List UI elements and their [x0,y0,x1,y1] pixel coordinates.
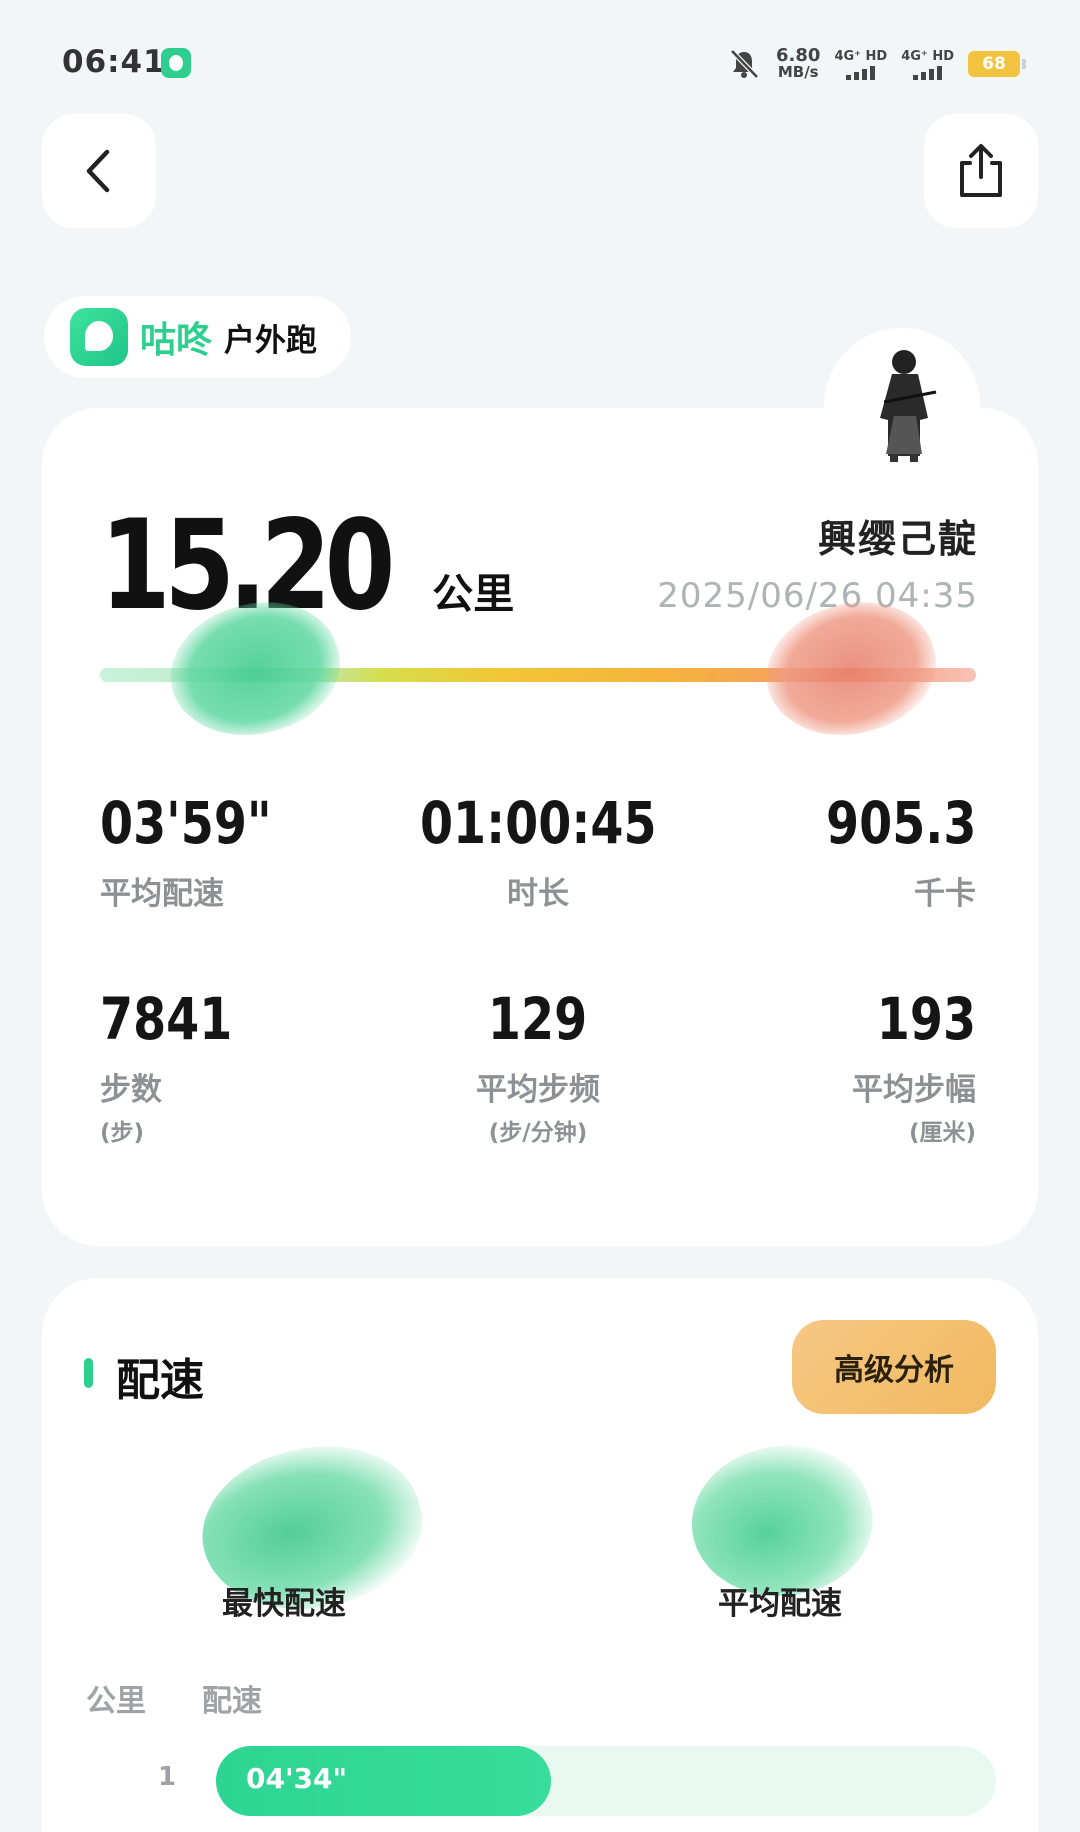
stat-duration: 01:00:45 时长 [392,788,684,984]
stat-cadence: 129 平均步频 (步/分钟) [392,984,684,1180]
sim2-label: 4G⁺ HD [901,48,954,64]
status-bar: 06:41 6.80 MB/s 4G⁺ HD 4G⁺ HD 68 [0,0,1080,120]
stat-label: 时长 [507,876,569,912]
stat-stride: 193 平均步幅 (厘米) [684,984,976,1180]
fastest-pace-label: 最快配速 [222,1586,346,1622]
column-header-pace: 配速 [202,1684,262,1719]
stat-label: 步数 [100,1072,162,1108]
battery-icon: 68 [968,51,1026,77]
section-accent [84,1358,93,1388]
stat-value: 129 [488,985,588,1053]
split-bar-track: 04'34" [216,1746,996,1816]
stat-value: 193 [876,985,976,1053]
pace-card: 配速 高级分析 最快配速 平均配速 公里 配速 1 04'34" [42,1278,1038,1832]
share-icon [960,144,1002,197]
app-logo-icon [70,308,128,366]
back-button[interactable] [42,114,156,228]
average-pace-label: 平均配速 [718,1586,842,1622]
split-km: 1 [158,1762,177,1792]
column-header-km: 公里 [86,1684,146,1719]
share-button[interactable] [924,114,1038,228]
section-title: 配速 [116,1355,204,1406]
stat-calories: 905.3 千卡 [684,788,976,984]
stat-label: 平均步频 [476,1072,600,1108]
stat-label: 千卡 [914,876,976,912]
stat-label: 平均配速 [100,876,224,912]
status-icons: 6.80 MB/s 4G⁺ HD 4G⁺ HD 68 [726,44,1026,84]
stat-unit: (步) [100,1120,145,1146]
split-row: 1 04'34" [86,1746,996,1816]
app-tag: 咕咚 户外跑 [44,296,352,378]
avatar[interactable] [824,328,980,484]
stat-value: 03'59" [100,789,272,857]
stat-value: 7841 [100,985,233,1053]
run-type: 户外跑 [224,322,318,359]
stat-steps: 7841 步数 (步) [100,984,392,1180]
stats-row: 03'59" 平均配速 01:00:45 时长 905.3 千卡 [100,788,976,984]
stat-label: 平均步幅 [852,1072,976,1108]
stat-unit: (步/分钟) [488,1120,588,1146]
summary-card: 15.20 公里 興缨己靛 2025/06/26 04:35 03'59" 平均… [42,408,1038,1246]
network-speed-unit: MB/s [777,63,819,81]
stat-avg-pace: 03'59" 平均配速 [100,788,392,984]
split-pace: 04'34" [246,1762,348,1795]
distance-unit: 公里 [432,570,515,618]
signal-bars-icon [913,64,943,80]
user-nickname: 興缨己靛 [817,517,978,561]
app-name: 咕咚 [140,320,213,361]
sim1-label: 4G⁺ HD [834,48,888,64]
network-speed-value: 6.80 [776,45,821,66]
bell-muted-icon [726,46,762,82]
run-datetime: 2025/06/26 04:35 [657,576,978,616]
signal-bars-icon [846,64,876,80]
chevron-left-icon [86,149,110,193]
sim1-signal: 4G⁺ HD [834,49,887,80]
stat-value: 905.3 [825,789,976,857]
stat-value: 01:00:45 [419,789,657,857]
network-speed: 6.80 MB/s [776,45,821,81]
stats-row: 7841 步数 (步) 129 平均步频 (步/分钟) 193 平均步幅 (厘米… [100,984,976,1180]
stats-grid: 03'59" 平均配速 01:00:45 时长 905.3 千卡 7841 步数… [100,788,976,1180]
stat-unit: (厘米) [908,1120,976,1146]
app-notification-icon [161,48,191,78]
status-time: 06:41 [62,44,166,80]
sim2-signal: 4G⁺ HD [901,49,954,80]
avatar-image [824,328,980,484]
run-summary-page: 06:41 6.80 MB/s 4G⁺ HD 4G⁺ HD 68 咕咚 户外跑 … [0,0,1080,1832]
advanced-analysis-button[interactable]: 高级分析 [792,1320,996,1414]
